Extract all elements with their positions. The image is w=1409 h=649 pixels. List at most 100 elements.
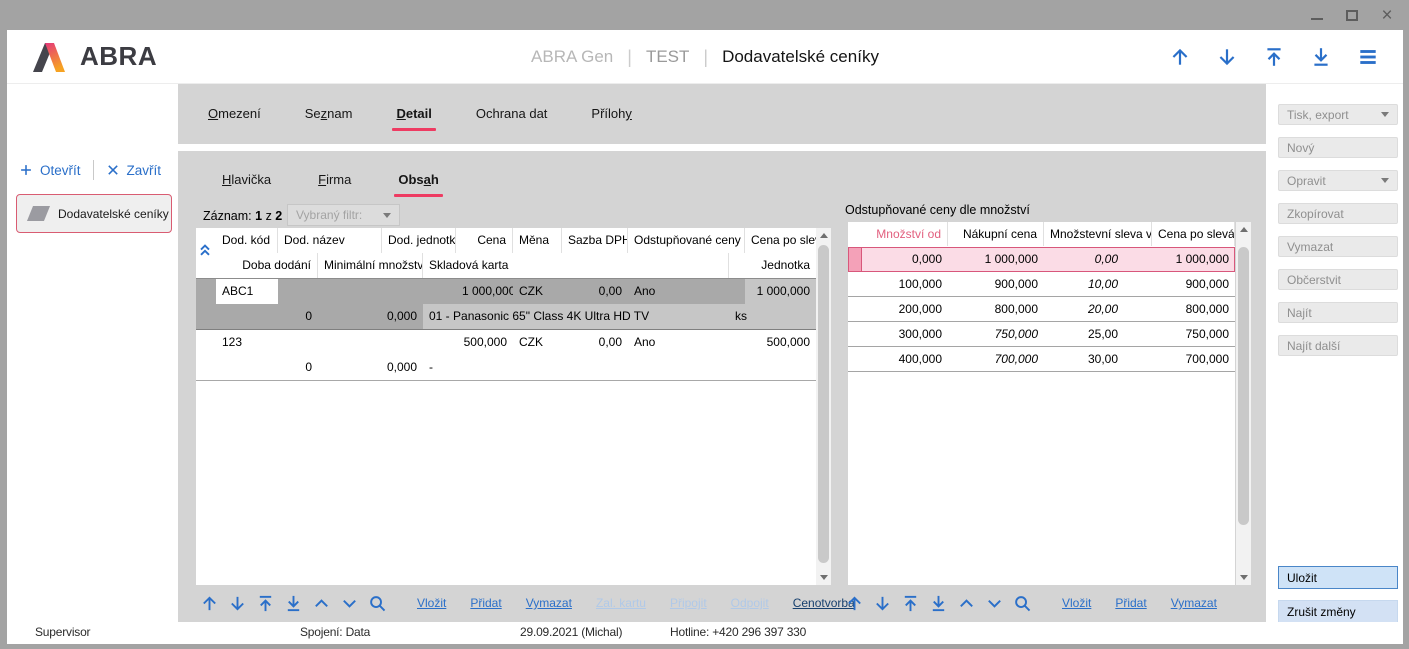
column-header-dod-kod[interactable]: Dod. kód xyxy=(216,228,278,253)
arrow-down-icon[interactable] xyxy=(873,594,892,613)
table-row[interactable]: 123500,000CZK0,00Ano500,00000,000- xyxy=(196,330,816,381)
button-opravit[interactable]: Opravit xyxy=(1278,170,1398,191)
button-zkopirovat[interactable]: Zkopírovat xyxy=(1278,203,1398,224)
scroll-down-button[interactable] xyxy=(816,570,831,585)
column-header-dod-nazev[interactable]: Dod. název xyxy=(278,228,382,253)
link-pridat[interactable]: Přidat xyxy=(470,596,501,610)
tab-seznam[interactable]: Seznam xyxy=(305,106,353,131)
cell-dod-kod[interactable]: ABC1 xyxy=(216,279,278,304)
table-row[interactable]: ABC11 000,000CZK0,00Ano1 000,00000,00001… xyxy=(196,278,816,330)
subtab-obsah[interactable]: Obsah xyxy=(398,172,438,197)
arrow-up-icon[interactable] xyxy=(845,594,864,613)
button-najit-dalsi[interactable]: Najít další xyxy=(1278,335,1398,356)
column-header-jednotka[interactable]: Jednotka xyxy=(729,253,816,278)
chevron-up-icon[interactable] xyxy=(312,594,331,613)
sidebar-item-dodavatelske-ceniky[interactable]: Dodavatelské ceníky xyxy=(16,194,172,233)
chevron-up-icon[interactable] xyxy=(957,594,976,613)
scroll-up-button[interactable] xyxy=(816,228,831,243)
search-icon[interactable] xyxy=(368,594,387,613)
link-pridat[interactable]: Přidat xyxy=(1115,596,1146,610)
menu-icon[interactable] xyxy=(1357,46,1379,68)
close-tab-button[interactable]: Zavřít xyxy=(106,163,162,178)
button-ulozit[interactable]: Uložit xyxy=(1278,566,1398,589)
cell-mnozstevni-sleva-v: 30,00 xyxy=(1044,347,1152,371)
close-button[interactable]: × xyxy=(1377,5,1397,25)
column-header-mnozstevni-sleva-v[interactable]: Množstevní sleva v % xyxy=(1044,222,1152,246)
scroll-thumb[interactable] xyxy=(818,245,829,563)
column-header-dod-jednotka[interactable]: Dod. jednotka xyxy=(382,228,456,253)
column-header-cena-po-slevach[interactable]: Cena po slevách xyxy=(1152,222,1235,246)
arrow-down-icon[interactable] xyxy=(228,594,247,613)
window-titlebar[interactable]: × xyxy=(0,0,1409,30)
column-header-nakupni-cena[interactable]: Nákupní cena xyxy=(948,222,1044,246)
active-tab-underline xyxy=(392,128,435,131)
column-header-mnozstvi-od[interactable]: Množství od xyxy=(862,222,948,246)
items-toolbar: VložitPřidatVymazatZal. kartuPřipojitOdp… xyxy=(200,590,855,616)
button-novy[interactable]: Nový xyxy=(1278,137,1398,158)
column-header-mena[interactable]: Měna xyxy=(513,228,562,253)
tab-ochrana-dat[interactable]: Ochrana dat xyxy=(476,106,548,131)
minimize-button[interactable] xyxy=(1307,5,1327,25)
button-vymazat[interactable]: Vymazat xyxy=(1278,236,1398,257)
arrow-up-icon[interactable] xyxy=(1169,46,1191,68)
tab-omezeni[interactable]: Omezení xyxy=(208,106,261,131)
cell-nakupni-cena: 800,000 xyxy=(948,297,1044,321)
collapse-icon[interactable] xyxy=(197,242,213,258)
column-header-cena[interactable]: Cena xyxy=(456,228,513,253)
header-line-2: Doba dodáníMinimální množstvíSkladová ka… xyxy=(196,253,816,278)
chevron-down-icon[interactable] xyxy=(340,594,359,613)
tab-separator-strip xyxy=(178,144,1266,151)
column-header-minimalni-mnozstvi[interactable]: Minimální množství xyxy=(318,253,423,278)
open-button[interactable]: Otevřít xyxy=(19,163,81,178)
link-vlozit[interactable]: Vložit xyxy=(417,596,446,610)
column-header-odstupnovane-ceny[interactable]: Odstupňované ceny xyxy=(628,228,745,253)
tab-prilohy[interactable]: Přílohy xyxy=(591,106,631,131)
link-vymazat[interactable]: Vymazat xyxy=(526,596,572,610)
button-najit[interactable]: Najít xyxy=(1278,302,1398,323)
column-header-skladova-karta[interactable]: Skladová karta xyxy=(423,253,729,278)
scroll-up-button[interactable] xyxy=(1236,222,1251,237)
tier-table-body: 0,0001 000,0000,001 000,000100,000900,00… xyxy=(848,247,1235,372)
arrow-to-bottom-icon[interactable] xyxy=(284,594,303,613)
tab-label: Ochrana dat xyxy=(476,106,548,121)
tier-row[interactable]: 0,0001 000,0000,001 000,000 xyxy=(848,247,1235,272)
tier-scrollbar[interactable] xyxy=(1236,222,1251,585)
cell-nakupni-cena: 750,000 xyxy=(948,322,1044,346)
items-scrollbar[interactable] xyxy=(816,228,831,585)
tier-row[interactable]: 100,000900,00010,00900,000 xyxy=(848,272,1235,297)
arrow-to-top-icon[interactable] xyxy=(256,594,275,613)
arrow-to-bottom-icon[interactable] xyxy=(929,594,948,613)
record-counter-current: 1 xyxy=(255,209,262,223)
chevron-down-icon[interactable] xyxy=(985,594,1004,613)
column-header-sazba-dph[interactable]: Sazba DPH xyxy=(562,228,628,253)
arrow-to-top-icon[interactable] xyxy=(1263,46,1285,68)
row-line-2: 00,00001 - Panasonic 65" Class 4K Ultra … xyxy=(196,304,816,329)
cell-minimalni-mnozstvi: 0,000 xyxy=(318,304,423,329)
subtab-hlavicka[interactable]: Hlavička xyxy=(222,172,271,197)
filter-select[interactable]: Vybraný filtr: xyxy=(287,204,400,226)
column-header-cena-po-sleve[interactable]: Cena po slevě xyxy=(745,228,816,253)
link-vlozit[interactable]: Vložit xyxy=(1062,596,1091,610)
arrow-up-icon[interactable] xyxy=(200,594,219,613)
search-icon[interactable] xyxy=(1013,594,1032,613)
tier-row[interactable]: 300,000750,00025,00750,000 xyxy=(848,322,1235,347)
cell-mnozstvi-od: 200,000 xyxy=(862,297,948,321)
subtab-firma[interactable]: Firma xyxy=(318,172,351,197)
arrow-down-icon[interactable] xyxy=(1216,46,1238,68)
button-tisk-export[interactable]: Tisk, export xyxy=(1278,104,1398,125)
button-obcerstvit[interactable]: Občerstvit xyxy=(1278,269,1398,290)
scroll-down-button[interactable] xyxy=(1236,570,1251,585)
maximize-button[interactable] xyxy=(1342,5,1362,25)
arrow-to-bottom-icon[interactable] xyxy=(1310,46,1332,68)
link-vymazat[interactable]: Vymazat xyxy=(1171,596,1217,610)
arrow-to-top-icon[interactable] xyxy=(901,594,920,613)
items-table-body: ABC11 000,000CZK0,00Ano1 000,00000,00001… xyxy=(196,278,816,381)
button-zrusit-zmeny[interactable]: Zrušit změny xyxy=(1278,600,1398,623)
tier-row[interactable]: 200,000800,00020,00800,000 xyxy=(848,297,1235,322)
tier-row[interactable]: 400,000700,00030,00700,000 xyxy=(848,347,1235,372)
scroll-thumb[interactable] xyxy=(1238,247,1249,525)
tab-detail[interactable]: Detail xyxy=(396,106,431,131)
cell-cena-po-sleve: 500,000 xyxy=(745,330,816,355)
column-header-doba-dodani[interactable]: Doba dodání xyxy=(216,253,318,278)
row-line-1: 123500,000CZK0,00Ano500,000 xyxy=(196,330,816,355)
